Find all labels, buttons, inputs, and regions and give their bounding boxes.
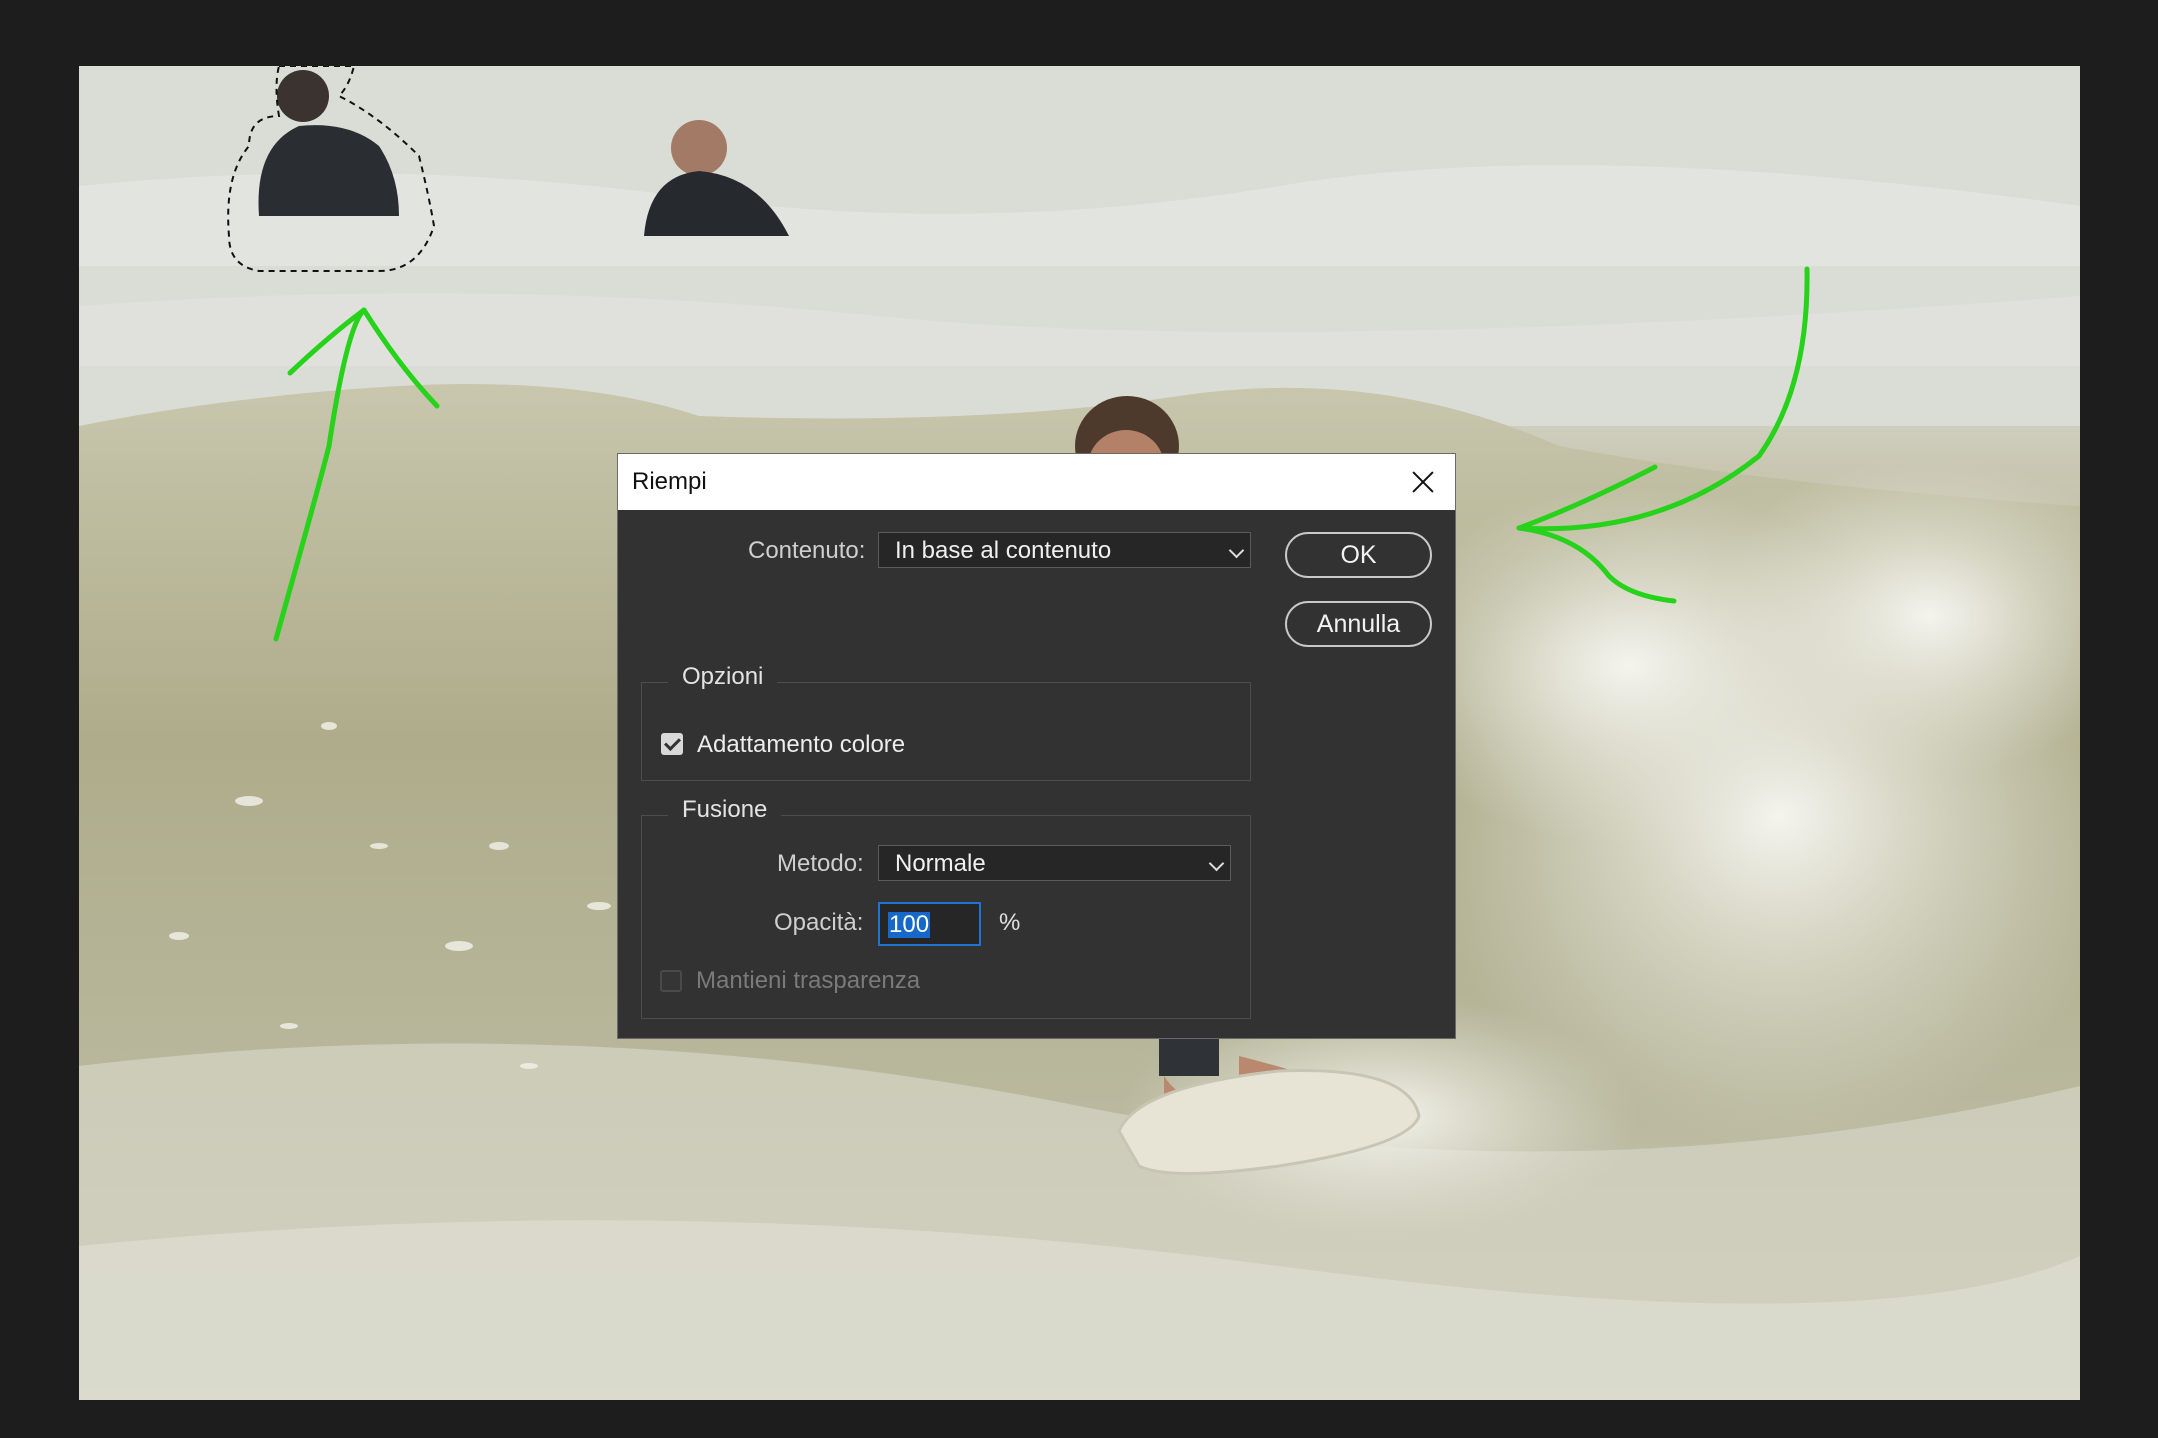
dialog-titlebar[interactable]: Riempi [618,454,1455,510]
chevron-down-icon [1228,542,1245,559]
ok-button[interactable]: OK [1285,532,1432,578]
method-select-value: Normale [895,850,986,877]
opacity-unit: % [999,909,1021,936]
options-legend: Opzioni [668,663,778,691]
content-select-value: In base al contenuto [895,537,1112,564]
opacity-label: Opacità: [774,909,864,936]
dialog-title: Riempi [632,468,707,495]
blend-legend: Fusione [668,796,782,824]
color-adapt-label[interactable]: Adattamento colore [697,731,905,759]
content-label: Contenuto: [748,537,866,564]
close-icon[interactable] [1405,464,1441,500]
color-adapt-checkbox[interactable] [661,733,683,755]
method-select[interactable]: Normale [878,845,1231,881]
cancel-button[interactable]: Annulla [1285,601,1432,647]
chevron-down-icon [1208,855,1225,872]
opacity-value: 100 [888,911,931,938]
method-label: Metodo: [777,850,864,877]
options-group: Opzioni Adattamento colore [641,663,1251,781]
preserve-transparency-checkbox[interactable] [660,970,682,992]
fill-dialog: Riempi Contenuto: In base al contenuto O… [617,453,1456,1039]
preserve-transparency-label: Mantieni trasparenza [696,967,921,994]
opacity-input[interactable]: 100 [878,902,981,946]
content-select[interactable]: In base al contenuto [878,532,1251,568]
